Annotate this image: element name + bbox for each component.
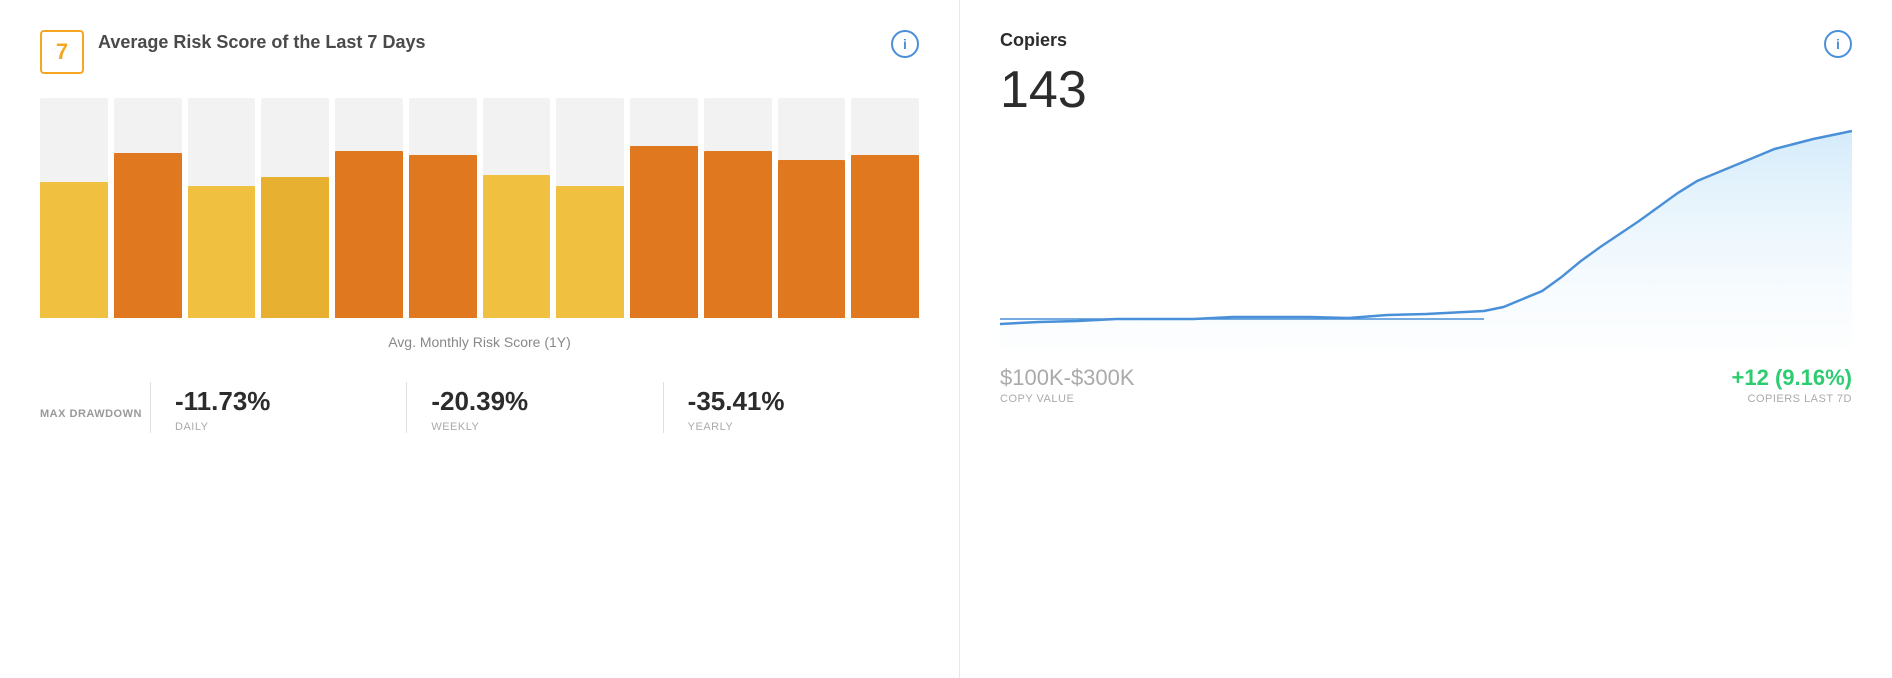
drawdown-label: MAX DRAWDOWN: [40, 382, 150, 420]
left-header: 7 Average Risk Score of the Last 7 Days …: [40, 30, 919, 74]
drawdown-item: -35.41% YEARLY: [663, 382, 919, 433]
bar-item: [335, 98, 403, 318]
copy-value: $100K-$300K: [1000, 365, 1135, 391]
left-panel: 7 Average Risk Score of the Last 7 Days …: [0, 0, 960, 678]
bar-item: [114, 98, 182, 318]
bar-item: [704, 98, 772, 318]
drawdown-value: -11.73%: [175, 386, 406, 417]
bar-item: [778, 98, 846, 318]
title-area: 7 Average Risk Score of the Last 7 Days: [40, 30, 425, 74]
drawdown-value: -35.41%: [688, 386, 919, 417]
copiers-chart: [1000, 129, 1852, 349]
bar-fill: [630, 146, 698, 318]
score-badge: 7: [40, 30, 84, 74]
drawdown-period: YEARLY: [688, 421, 919, 433]
bar-fill: [40, 182, 108, 318]
bar-fill: [778, 160, 846, 318]
bar-fill: [851, 155, 919, 318]
drawdown-item: -11.73% DAILY: [150, 382, 406, 433]
copy-value-block: $100K-$300K COPY VALUE: [1000, 365, 1135, 405]
bar-item: [40, 98, 108, 318]
drawdown-values: -11.73% DAILY -20.39% WEEKLY -35.41% YEARLY: [150, 382, 919, 433]
bar-fill: [261, 177, 329, 318]
right-panel: Copiers i 143 $100K-$300K COPY VALUE: [960, 0, 1892, 678]
drawdown-period: DAILY: [175, 421, 406, 433]
copiers-change-label: COPIERS LAST 7D: [1732, 393, 1852, 405]
bar-fill: [409, 155, 477, 318]
risk-bar-chart: [40, 98, 919, 318]
bar-item: [261, 98, 329, 318]
bar-chart-inner: [40, 98, 919, 318]
chart-label: Avg. Monthly Risk Score (1Y): [40, 334, 919, 350]
info-icon-left[interactable]: i: [891, 30, 919, 58]
drawdown-period: WEEKLY: [431, 421, 662, 433]
bar-fill: [483, 175, 551, 318]
drawdown-item: -20.39% WEEKLY: [406, 382, 662, 433]
bottom-stats: $100K-$300K COPY VALUE +12 (9.16%) COPIE…: [1000, 365, 1852, 405]
bar-fill: [114, 153, 182, 318]
bar-fill: [704, 151, 772, 318]
drawdown-value: -20.39%: [431, 386, 662, 417]
copiers-change-block: +12 (9.16%) COPIERS LAST 7D: [1732, 365, 1852, 405]
copiers-count: 143: [1000, 62, 1852, 119]
bar-item: [630, 98, 698, 318]
bar-item: [851, 98, 919, 318]
chart-area: [1000, 131, 1852, 349]
info-icon-right[interactable]: i: [1824, 30, 1852, 58]
panel-title: Average Risk Score of the Last 7 Days: [98, 30, 425, 54]
bar-item: [409, 98, 477, 318]
bar-fill: [556, 186, 624, 318]
bar-item: [556, 98, 624, 318]
drawdown-section: MAX DRAWDOWN -11.73%DAILY-20.39%WEEKLY-3…: [40, 382, 919, 433]
copiers-header: Copiers i: [1000, 30, 1852, 58]
bar-fill: [188, 186, 256, 318]
bar-item: [483, 98, 551, 318]
bar-fill: [335, 151, 403, 318]
copiers-svg: [1000, 129, 1852, 349]
copy-value-label: COPY VALUE: [1000, 393, 1135, 405]
copiers-title: Copiers: [1000, 30, 1067, 51]
copiers-change-value: +12 (9.16%): [1732, 365, 1852, 391]
bar-item: [188, 98, 256, 318]
